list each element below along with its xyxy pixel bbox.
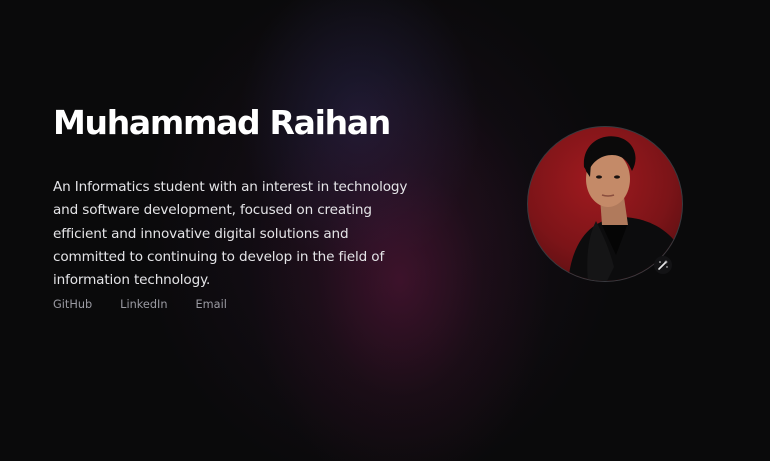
github-link[interactable]: GitHub	[53, 298, 92, 311]
magic-wand-icon[interactable]	[654, 256, 672, 274]
hero-section: Muhammad Raihan An Informatics student w…	[0, 0, 770, 461]
hero-name: Muhammad Raihan	[53, 103, 391, 142]
hero-description: An Informatics student with an interest …	[53, 179, 408, 289]
linkedin-link[interactable]: LinkedIn	[120, 298, 167, 311]
email-link[interactable]: Email	[196, 298, 227, 311]
magic-wand-glyph-icon	[658, 260, 668, 270]
social-links: GitHub LinkedIn Email	[53, 298, 227, 311]
